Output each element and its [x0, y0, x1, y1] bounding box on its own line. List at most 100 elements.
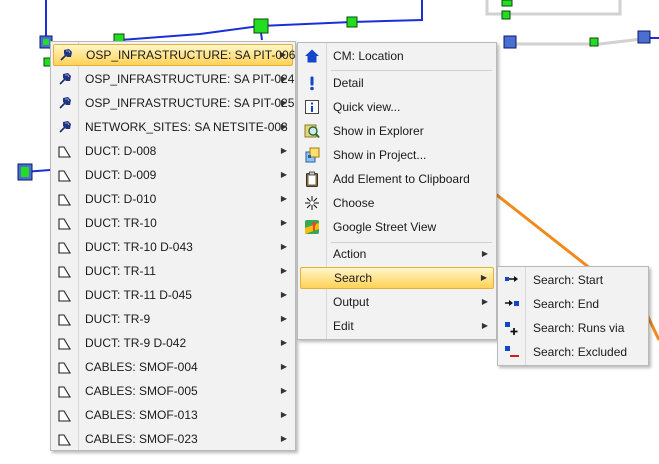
submenu-arrow-icon: ▶ — [481, 249, 488, 258]
line-shape-icon — [57, 215, 73, 231]
menu-item-label: Edit — [333, 319, 354, 333]
menu-item-label: Action — [333, 247, 367, 261]
submenu-arrow-icon: ▶ — [280, 170, 287, 179]
menu-item-label: CM: Location — [333, 49, 404, 63]
submenu-arrow-icon: ▶ — [280, 98, 287, 107]
context-item-output[interactable]: Output ▶ — [300, 291, 494, 313]
submenu-arrow-icon: ▶ — [279, 50, 286, 59]
submenu-arrow-icon: ▶ — [280, 362, 287, 371]
context-item-cm-location[interactable]: CM: Location — [300, 45, 494, 67]
menu-item-label: CABLES: SMOF-013 — [85, 408, 198, 422]
submenu-arrow-icon: ▶ — [280, 434, 287, 443]
street-view-icon — [304, 219, 320, 235]
context-item-quick-view[interactable]: Quick view... — [300, 96, 494, 118]
context-item-choose[interactable]: Choose — [300, 192, 494, 214]
search-item-search-runs-via[interactable]: Search: Runs via — [500, 317, 646, 339]
submenu-arrow-icon: ▶ — [280, 146, 287, 155]
context-item-google-street-view[interactable]: Google Street View — [300, 216, 494, 238]
line-shape-icon — [57, 383, 73, 399]
context-item-search[interactable]: Search ▶ — [300, 267, 494, 289]
element-item-duct-tr-10[interactable]: DUCT: TR-10 ▶ — [53, 212, 293, 234]
element-item-cables-smof-005[interactable]: CABLES: SMOF-005 ▶ — [53, 380, 293, 402]
menu-item-label: Add Element to Clipboard — [333, 172, 470, 186]
line-shape-icon — [57, 359, 73, 375]
menu-item-label: DUCT: D-010 — [85, 192, 157, 206]
element-item-cables-smof-013[interactable]: CABLES: SMOF-013 ▶ — [53, 404, 293, 426]
menu-item-label: Search: Excluded — [533, 345, 628, 359]
submenu-arrow-icon: ▶ — [280, 410, 287, 419]
menu-item-label: DUCT: TR-11 — [85, 264, 156, 278]
line-shape-icon — [57, 191, 73, 207]
search-start-icon — [504, 272, 520, 288]
info-icon — [304, 99, 320, 115]
menu-item-label: OSP_INFRASTRUCTURE: SA PIT-024 — [85, 72, 295, 86]
search-item-search-end[interactable]: Search: End — [500, 293, 646, 315]
search-item-search-excluded[interactable]: Search: Excluded — [500, 341, 646, 363]
menu-item-label: DUCT: D-008 — [85, 144, 157, 158]
context-item-detail[interactable]: Detail — [300, 72, 494, 94]
element-item-duct-d-010[interactable]: DUCT: D-010 ▶ — [53, 188, 293, 210]
menu-item-label: DUCT: D-009 — [85, 168, 157, 182]
line-shape-icon — [57, 335, 73, 351]
project-icon — [304, 147, 320, 163]
menu-separator — [331, 70, 492, 71]
search-item-search-start[interactable]: Search: Start — [500, 269, 646, 291]
line-shape-icon — [57, 263, 73, 279]
menu-item-label: Detail — [333, 76, 364, 90]
menu-item-label: Show in Project... — [333, 148, 427, 162]
submenu-arrow-icon: ▶ — [280, 74, 287, 83]
element-item-cables-smof-004[interactable]: CABLES: SMOF-004 ▶ — [53, 356, 293, 378]
context-item-add-element-to-clipboard[interactable]: Add Element to Clipboard — [300, 168, 494, 190]
menu-item-label: CABLES: SMOF-023 — [85, 432, 198, 446]
submenu-arrow-icon: ▶ — [280, 386, 287, 395]
line-shape-icon — [57, 167, 73, 183]
submenu-arrow-icon: ▶ — [280, 290, 287, 299]
menu-item-label: OSP_INFRASTRUCTURE: SA PIT-025 — [85, 96, 295, 110]
context-item-edit[interactable]: Edit ▶ — [300, 315, 494, 337]
crosshair-cursor-icon — [304, 195, 320, 211]
element-item-duct-d-008[interactable]: DUCT: D-008 ▶ — [53, 140, 293, 162]
element-item-duct-tr-10-d-043[interactable]: DUCT: TR-10 D-043 ▶ — [53, 236, 293, 258]
line-shape-icon — [57, 431, 73, 447]
home-icon — [304, 48, 320, 64]
element-item-duct-tr-9-d-042[interactable]: DUCT: TR-9 D-042 ▶ — [53, 332, 293, 354]
search-end-icon — [504, 296, 520, 312]
menu-item-label: DUCT: TR-10 — [85, 216, 157, 230]
element-item-osp-infrastructure-sa-pit-025[interactable]: OSP_INFRASTRUCTURE: SA PIT-025 ▶ — [53, 92, 295, 114]
element-item-duct-tr-11-d-045[interactable]: DUCT: TR-11 D-045 ▶ — [53, 284, 293, 306]
pushpin-icon — [57, 119, 73, 135]
context-item-show-in-explorer[interactable]: Show in Explorer — [300, 120, 494, 142]
submenu-arrow-icon: ▶ — [480, 273, 487, 282]
menu-item-label: DUCT: TR-9 — [85, 312, 151, 326]
element-item-duct-tr-11[interactable]: DUCT: TR-11 ▶ — [53, 260, 293, 282]
menu-item-label: Search — [334, 271, 373, 285]
element-item-osp-infrastructure-sa-pit-006[interactable]: OSP_INFRASTRUCTURE: SA PIT-006 ▶ — [53, 44, 295, 66]
pushpin-icon — [57, 71, 73, 87]
element-item-network-sites-sa-netsite-003[interactable]: NETWORK_SITES: SA NETSITE-003 ▶ — [53, 116, 293, 138]
menu-item-label: NETWORK_SITES: SA NETSITE-003 — [85, 120, 288, 134]
submenu-arrow-icon: ▶ — [280, 338, 287, 347]
menu-item-label: CABLES: SMOF-005 — [85, 384, 198, 398]
context-item-action[interactable]: Action ▶ — [300, 243, 494, 265]
line-shape-icon — [57, 311, 73, 327]
element-item-duct-tr-9[interactable]: DUCT: TR-9 ▶ — [53, 308, 293, 330]
element-list-menu: OSP_INFRASTRUCTURE: SA PIT-006 ▶ OSP_INFRA… — [50, 41, 296, 451]
menu-item-label: DUCT: TR-10 D-043 — [85, 240, 193, 254]
submenu-arrow-icon: ▶ — [280, 194, 287, 203]
menu-item-label: DUCT: TR-11 D-045 — [85, 288, 192, 302]
element-item-osp-infrastructure-sa-pit-024[interactable]: OSP_INFRASTRUCTURE: SA PIT-024 ▶ — [53, 68, 295, 90]
menu-item-label: CABLES: SMOF-004 — [85, 360, 198, 374]
element-item-cables-smof-023[interactable]: CABLES: SMOF-023 ▶ — [53, 428, 293, 450]
submenu-arrow-icon: ▶ — [481, 297, 488, 306]
search-runs-via-icon — [504, 320, 520, 336]
element-item-duct-d-009[interactable]: DUCT: D-009 ▶ — [53, 164, 293, 186]
menu-item-label: Google Street View — [333, 220, 437, 234]
line-shape-icon — [57, 143, 73, 159]
submenu-arrow-icon: ▶ — [280, 242, 287, 251]
menu-item-label: Output — [333, 295, 370, 309]
element-context-menu: CM: Location Detail Quick view... Show in E… — [297, 42, 497, 340]
clipboard-icon — [304, 171, 320, 187]
context-item-show-in-project[interactable]: Show in Project... — [300, 144, 494, 166]
submenu-arrow-icon: ▶ — [280, 266, 287, 275]
submenu-arrow-icon: ▶ — [280, 314, 287, 323]
